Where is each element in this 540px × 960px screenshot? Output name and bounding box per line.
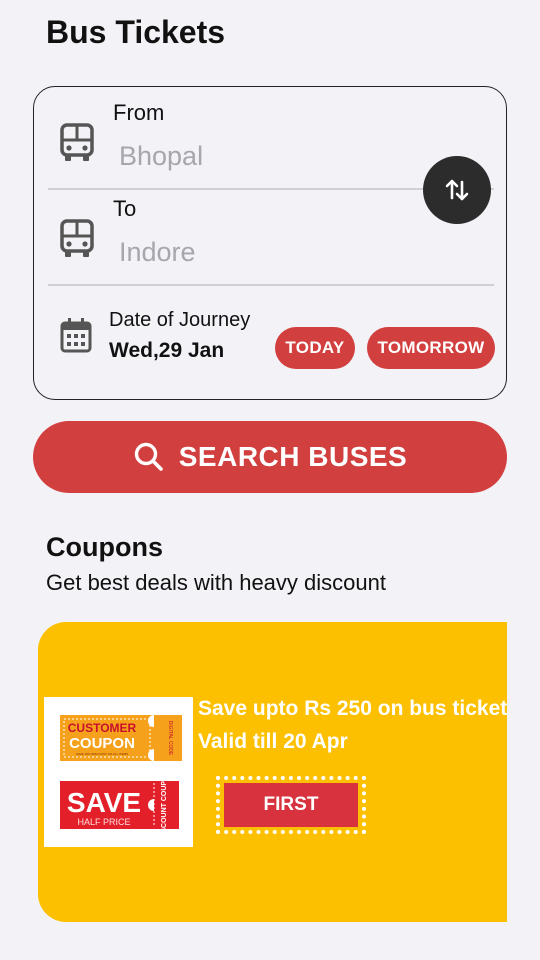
- coupon-offer-text: Save upto Rs 250 on bus tickets: [198, 697, 507, 720]
- swap-button[interactable]: [423, 156, 491, 224]
- coupon-code: FIRST: [224, 783, 358, 827]
- to-label: To: [113, 196, 137, 221]
- coupon-art-text: DISCOUNT COUPON: [161, 770, 168, 839]
- coupon-art-text: DIGITAL CODE: [167, 721, 173, 756]
- search-card: From Bhopal To Indore Date of Journey We…: [33, 86, 507, 400]
- search-icon: [134, 442, 163, 471]
- date-label: Date of Journey: [109, 309, 251, 331]
- date-value[interactable]: Wed,29 Jan: [109, 339, 224, 363]
- bus-icon: [60, 123, 94, 163]
- coupon-card[interactable]: CUSTOMER COUPON SAVE 15% DISCOUNT ON ALL…: [38, 622, 507, 922]
- coupons-heading: Coupons: [46, 532, 163, 562]
- coupon-validity-text: Valid till 20 Apr: [198, 730, 348, 753]
- bus-icon: [60, 219, 94, 259]
- from-label: From: [113, 100, 165, 125]
- divider: [48, 284, 494, 286]
- coupon-art-text: SAVE 15% DISCOUNT ON ALL ITEMS: [76, 752, 128, 756]
- search-buses-button[interactable]: SEARCH BUSES: [33, 421, 507, 493]
- tomorrow-chip[interactable]: TOMORROW: [367, 327, 495, 369]
- page-title: Bus Tickets: [46, 14, 226, 50]
- swap-vertical-icon: [445, 179, 469, 201]
- coupon-art-text: CUSTOMER: [68, 721, 137, 735]
- today-chip[interactable]: TODAY: [275, 327, 355, 369]
- coupons-subtitle: Get best deals with heavy discount: [46, 570, 386, 595]
- coupon-illustration: CUSTOMER COUPON SAVE 15% DISCOUNT ON ALL…: [44, 697, 193, 847]
- to-field[interactable]: Indore: [119, 237, 196, 268]
- coupon-art-text: COUPON: [69, 735, 135, 752]
- coupon-art-text: SAVE: [67, 787, 141, 818]
- from-field[interactable]: Bhopal: [119, 141, 203, 172]
- coupon-code-box[interactable]: FIRST: [216, 776, 366, 834]
- calendar-icon: [60, 317, 94, 357]
- search-buses-label: SEARCH BUSES: [178, 441, 408, 472]
- coupon-art-text: HALF PRICE: [77, 817, 130, 827]
